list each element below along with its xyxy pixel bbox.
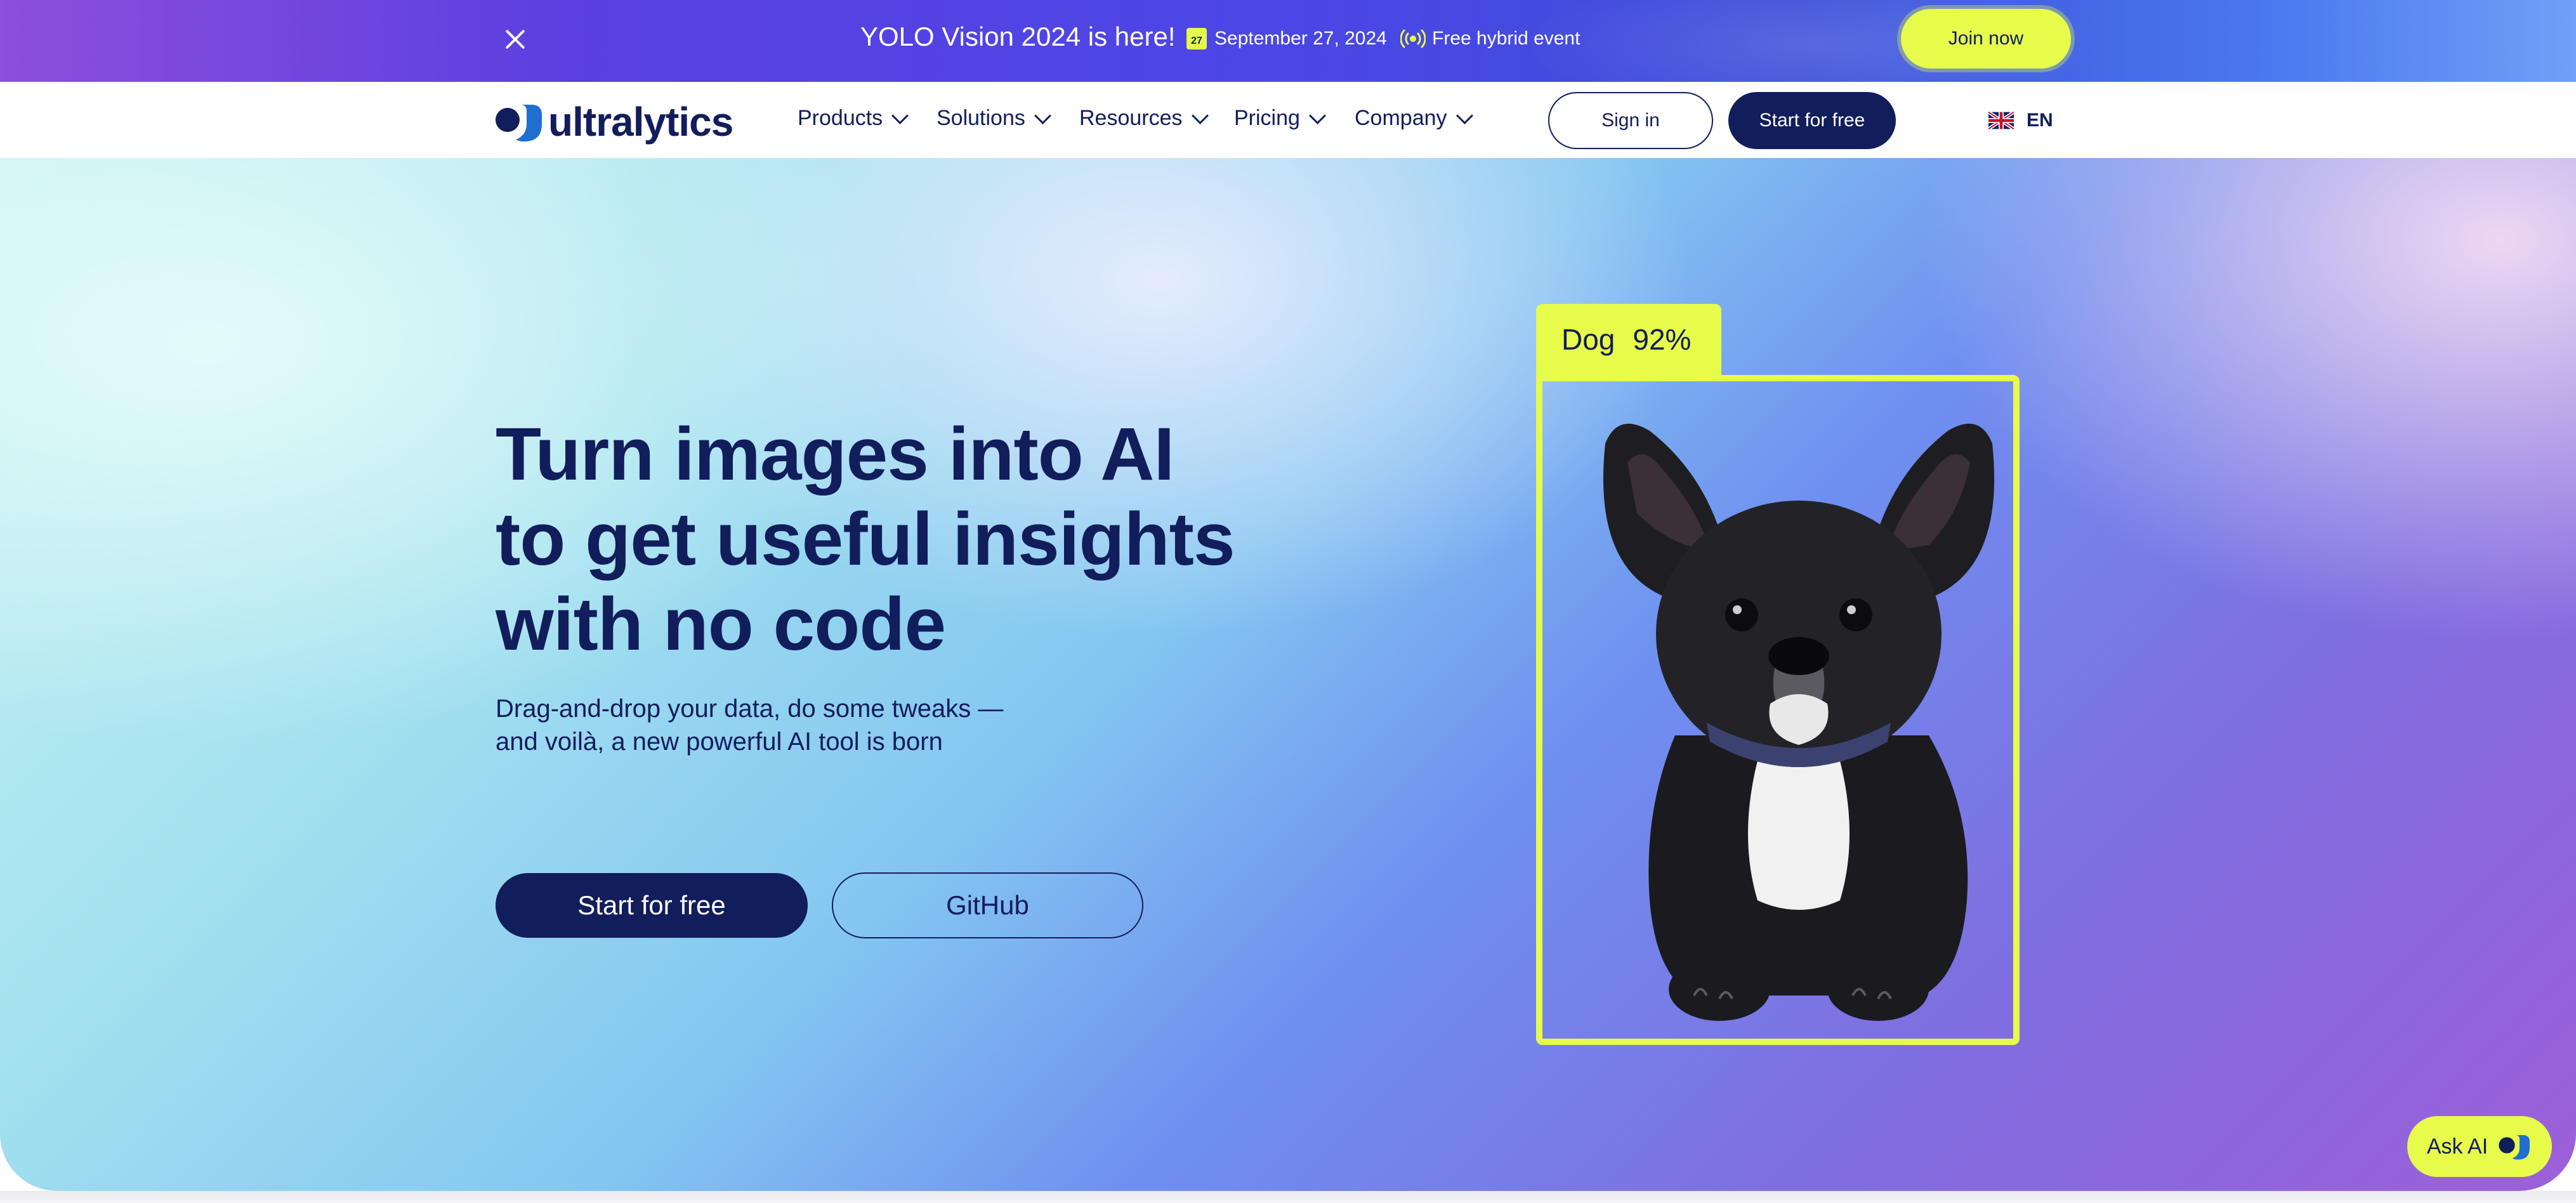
hero-title-line: to get useful insights <box>496 497 1235 581</box>
chevron-down-icon <box>1191 107 1209 124</box>
event-date: September 27, 2024 <box>1214 28 1387 49</box>
join-now-button[interactable]: Join now <box>1901 9 2071 69</box>
nav-solutions[interactable]: Solutions <box>936 106 1051 131</box>
page-bottom-edge <box>0 1191 2576 1203</box>
nav-pricing[interactable]: Pricing <box>1234 106 1326 131</box>
hero-subtitle-line: Drag-and-drop your data, do some tweaks … <box>496 695 1004 723</box>
language-selector[interactable]: EN <box>1988 110 2053 131</box>
french-bulldog-image <box>1603 423 1995 1021</box>
detection-class: Dog <box>1561 323 1615 356</box>
announcement-bar: YOLO Vision 2024 is here! September 27, … <box>0 0 2576 82</box>
event-type: Free hybrid event <box>1432 28 1580 49</box>
hero-subtitle: Drag-and-drop your data, do some tweaks … <box>496 692 1003 758</box>
language-label: EN <box>2027 110 2053 131</box>
nav-resources[interactable]: Resources <box>1079 106 1209 131</box>
nav-pricing-label: Pricing <box>1234 106 1300 130</box>
chevron-down-icon <box>1309 107 1326 124</box>
nav-company-label: Company <box>1355 106 1447 130</box>
uk-flag-icon <box>1988 111 2014 130</box>
ask-ai-label: Ask AI <box>2426 1134 2488 1159</box>
nav-resources-label: Resources <box>1079 106 1183 130</box>
hero-title-line: Turn images into AI <box>496 412 1174 496</box>
hero-title: Turn images into AI to get useful insigh… <box>496 412 1235 667</box>
ultralytics-logo[interactable]: ultralytics <box>495 100 733 144</box>
ask-ai-button[interactable]: Ask AI <box>2407 1116 2552 1177</box>
ultralytics-mark-icon <box>2499 1135 2530 1160</box>
nav-solutions-label: Solutions <box>936 106 1025 130</box>
sign-in-button[interactable]: Sign in <box>1548 92 1713 149</box>
chevron-down-icon <box>1456 107 1473 124</box>
announcement-title[interactable]: YOLO Vision 2024 is here! <box>860 22 1176 52</box>
detection-confidence: 92% <box>1633 323 1692 356</box>
nav-products-label: Products <box>798 106 883 130</box>
chevron-down-icon <box>1034 107 1051 124</box>
nav-company[interactable]: Company <box>1355 106 1473 131</box>
logo-mark-icon <box>496 105 542 141</box>
close-icon[interactable] <box>501 25 529 53</box>
logo-text: ultralytics <box>548 99 733 145</box>
hero-title-line: with no code <box>496 582 946 666</box>
calendar-icon <box>1186 28 1207 49</box>
hero-section: Turn images into AI to get useful insigh… <box>0 158 2576 1191</box>
hero-subtitle-line: and voilà, a new powerful AI tool is bor… <box>496 728 943 756</box>
detection-label: Dog 92% <box>1536 304 1721 375</box>
start-for-free-button[interactable]: Start for free <box>496 873 808 938</box>
nav-products[interactable]: Products <box>798 106 909 131</box>
start-for-free-nav-button[interactable]: Start for free <box>1728 92 1896 149</box>
github-button[interactable]: GitHub <box>832 872 1143 938</box>
main-navbar: ultralytics Products Solutions Resources… <box>0 82 2576 158</box>
chevron-down-icon <box>891 107 909 124</box>
broadcast-icon <box>1400 29 1426 48</box>
